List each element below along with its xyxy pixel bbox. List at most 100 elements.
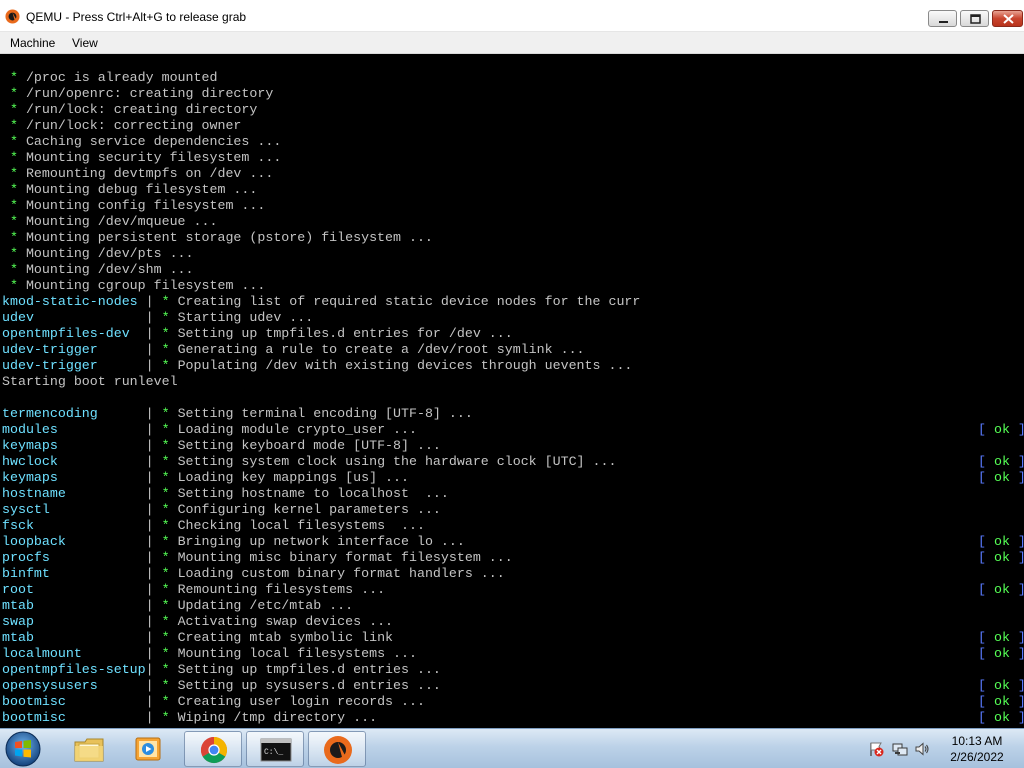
service-name: mtab	[2, 630, 146, 645]
action-center-flag-icon[interactable]	[868, 741, 884, 757]
console-message: Mounting /dev/mqueue ...	[25, 214, 218, 229]
svg-text:C:\_: C:\_	[264, 748, 283, 757]
console-line: Starting boot runlevel	[2, 374, 178, 389]
clock-date: 2/26/2022	[950, 750, 1004, 764]
qemu-icon	[324, 736, 352, 764]
service-name: kmod-static-nodes	[2, 294, 146, 309]
taskbar-file-explorer[interactable]	[60, 731, 118, 767]
console-line: * /run/openrc: creating directory	[2, 86, 273, 102]
console-message: Bringing up network interface lo ...	[177, 534, 465, 549]
console-line: mtab | * Updating /etc/mtab ...	[2, 598, 353, 614]
taskbar: C:\_ 10:13 AM 2/26/2022	[0, 728, 1024, 768]
vm-console-screen[interactable]: * /proc is already mounted * /run/openrc…	[0, 54, 1024, 728]
status-star: *	[2, 102, 26, 117]
console-line: localmount | * Mounting local filesystem…	[2, 646, 417, 662]
status-star: *	[2, 86, 26, 101]
maximize-icon	[970, 14, 981, 24]
console-message: /run/lock: correcting owner	[25, 118, 242, 133]
volume-icon[interactable]	[914, 741, 930, 757]
console-line: hwclock | * Setting system clock using t…	[2, 454, 616, 470]
qemu-icon	[5, 9, 20, 24]
console-message: Creating list of required static device …	[177, 294, 641, 309]
console-line: * Mounting config filesystem ...	[2, 198, 265, 214]
status-star: *	[161, 678, 178, 693]
window-titlebar[interactable]: QEMU - Press Ctrl+Alt+G to release grab	[0, 0, 1024, 32]
console-line: udev | * Starting udev ...	[2, 310, 313, 326]
console-message: Setting up sysusers.d entries ...	[177, 678, 441, 693]
console-message: Remounting devtmpfs on /dev ...	[25, 166, 274, 181]
status-star: *	[2, 182, 26, 197]
console-message: Activating swap devices ...	[177, 614, 394, 629]
status-ok-badge: [ ok ]	[978, 678, 1024, 693]
status-star: *	[2, 118, 26, 133]
column-separator: |	[145, 566, 162, 581]
console-line: bootmisc | * Creating user login records…	[2, 694, 425, 710]
console-line: * Mounting cgroup filesystem ...	[2, 278, 265, 294]
console-message: Updating /etc/mtab ...	[177, 598, 354, 613]
column-separator: |	[145, 630, 162, 645]
status-ok-badge: [ ok ]	[978, 630, 1024, 645]
console-message: Setting terminal encoding [UTF-8] ...	[177, 406, 473, 421]
column-separator: |	[145, 358, 162, 373]
column-separator: |	[145, 694, 162, 709]
taskbar-command-prompt[interactable]: C:\_	[246, 731, 304, 767]
status-star: *	[2, 150, 26, 165]
status-star: *	[161, 662, 178, 677]
status-ok-badge: [ ok ]	[978, 550, 1024, 565]
service-name: sysctl	[2, 502, 146, 517]
service-name: swap	[2, 614, 146, 629]
minimize-button[interactable]	[928, 10, 957, 27]
status-star: *	[2, 230, 26, 245]
status-star: *	[2, 214, 26, 229]
system-tray: 10:13 AM 2/26/2022	[860, 729, 1024, 768]
service-name: termencoding	[2, 406, 146, 421]
chrome-icon	[200, 736, 228, 764]
status-star: *	[161, 470, 178, 485]
console-message: Setting up tmpfiles.d entries ...	[177, 662, 441, 677]
status-star: *	[2, 246, 26, 261]
network-icon[interactable]	[892, 741, 908, 757]
windows-start-orb-icon[interactable]	[4, 730, 42, 768]
status-star: *	[161, 550, 178, 565]
taskbar-media-player[interactable]	[120, 731, 178, 767]
column-separator: |	[145, 502, 162, 517]
service-name: modules	[2, 422, 146, 437]
status-star: *	[161, 358, 178, 373]
console-line: * Mounting debug filesystem ...	[2, 182, 257, 198]
console-message: Mounting config filesystem ...	[25, 198, 266, 213]
console-message: /run/openrc: creating directory	[25, 86, 274, 101]
column-separator: |	[145, 678, 162, 693]
status-ok-badge: [ ok ]	[978, 710, 1024, 725]
close-button[interactable]	[992, 10, 1023, 27]
column-separator: |	[145, 598, 162, 613]
column-separator: |	[145, 326, 162, 341]
column-separator: |	[145, 534, 162, 549]
console-message: Mounting security filesystem ...	[25, 150, 282, 165]
console-message: Checking local filesystems ...	[177, 518, 425, 533]
status-star: *	[161, 326, 178, 341]
status-star: *	[161, 598, 178, 613]
console-message: Creating user login records ...	[177, 694, 425, 709]
column-separator: |	[145, 614, 162, 629]
status-ok-badge: [ ok ]	[978, 694, 1024, 709]
console-line: udev-trigger | * Generating a rule to cr…	[2, 342, 585, 358]
maximize-button[interactable]	[960, 10, 989, 27]
menu-machine[interactable]: Machine	[10, 36, 55, 50]
column-separator: |	[145, 342, 162, 357]
console-message: Mounting debug filesystem ...	[25, 182, 258, 197]
console-message: Mounting cgroup filesystem ...	[25, 278, 266, 293]
console-message: Setting system clock using the hardware …	[177, 454, 617, 469]
taskbar-chrome[interactable]	[184, 731, 242, 767]
menu-view[interactable]: View	[72, 36, 98, 50]
service-name: hwclock	[2, 454, 146, 469]
status-ok-badge: [ ok ]	[978, 454, 1024, 469]
taskbar-qemu[interactable]	[308, 731, 366, 767]
status-star: *	[161, 518, 178, 533]
service-name: opentmpfiles-setup	[2, 662, 146, 677]
taskbar-clock[interactable]: 10:13 AM 2/26/2022	[932, 733, 1022, 765]
console-line: bootmisc | * Wiping /tmp directory ...	[2, 710, 377, 726]
status-star: *	[161, 454, 178, 469]
command-prompt-icon: C:\_	[260, 738, 292, 762]
console-line: hostname | * Setting hostname to localho…	[2, 486, 449, 502]
status-star: *	[161, 646, 178, 661]
